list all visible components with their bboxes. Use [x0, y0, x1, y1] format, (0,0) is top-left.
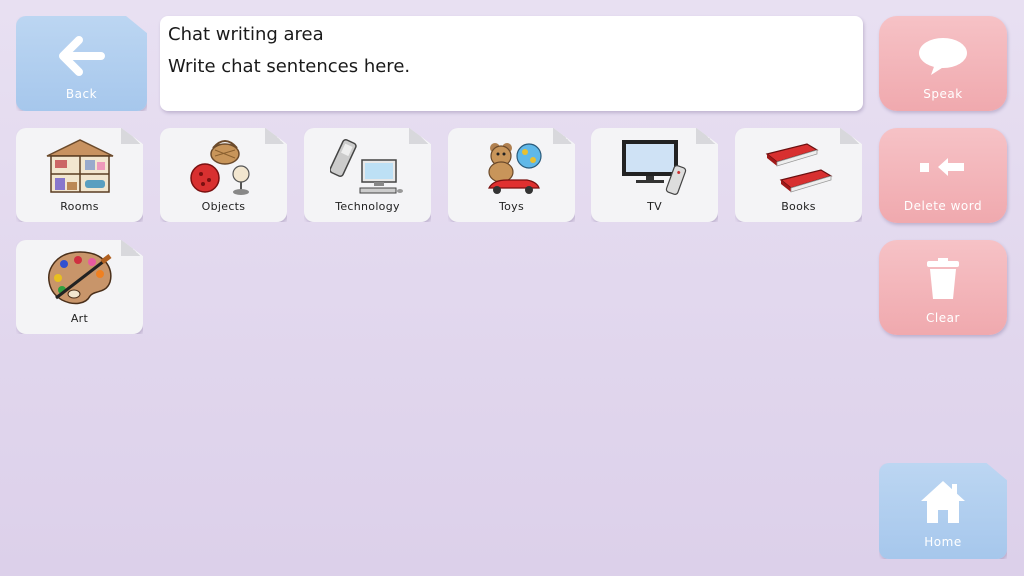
chat-title: Chat writing area: [168, 24, 324, 45]
category-technology[interactable]: Technology: [304, 128, 431, 222]
back-button[interactable]: Back: [16, 16, 147, 111]
delete-word-label: Delete word: [903, 199, 983, 213]
category-label: Art: [70, 312, 89, 325]
category-toys[interactable]: Toys: [448, 128, 575, 222]
clear-label: Clear: [926, 311, 960, 325]
home-label: Home: [924, 535, 962, 549]
category-label: Toys: [498, 200, 525, 213]
category-label: TV: [647, 200, 662, 213]
chat-writing-area[interactable]: Chat writing area Write chat sentences h…: [160, 16, 863, 111]
trash-icon: [879, 258, 1007, 300]
speech-bubble-icon: [879, 36, 1007, 76]
category-art[interactable]: Art: [16, 240, 143, 334]
category-rooms[interactable]: Rooms: [16, 128, 143, 222]
clear-button[interactable]: Clear: [879, 240, 1007, 335]
category-label: Books: [781, 200, 816, 213]
home-icon: [879, 479, 1007, 525]
arrow-left-icon: [16, 36, 147, 76]
category-label: Technology: [335, 200, 400, 213]
speak-label: Speak: [923, 87, 963, 101]
home-button[interactable]: Home: [879, 463, 1007, 559]
category-tv[interactable]: TV: [591, 128, 718, 222]
delete-word-button[interactable]: Delete word: [879, 128, 1007, 223]
category-books[interactable]: Books: [735, 128, 862, 222]
back-label: Back: [65, 87, 98, 101]
speak-button[interactable]: Speak: [879, 16, 1007, 111]
category-label: Objects: [201, 200, 246, 213]
chat-placeholder: Write chat sentences here.: [168, 56, 411, 77]
backspace-arrow-icon: [879, 154, 1007, 180]
category-objects[interactable]: Objects: [160, 128, 287, 222]
category-label: Rooms: [60, 200, 99, 213]
